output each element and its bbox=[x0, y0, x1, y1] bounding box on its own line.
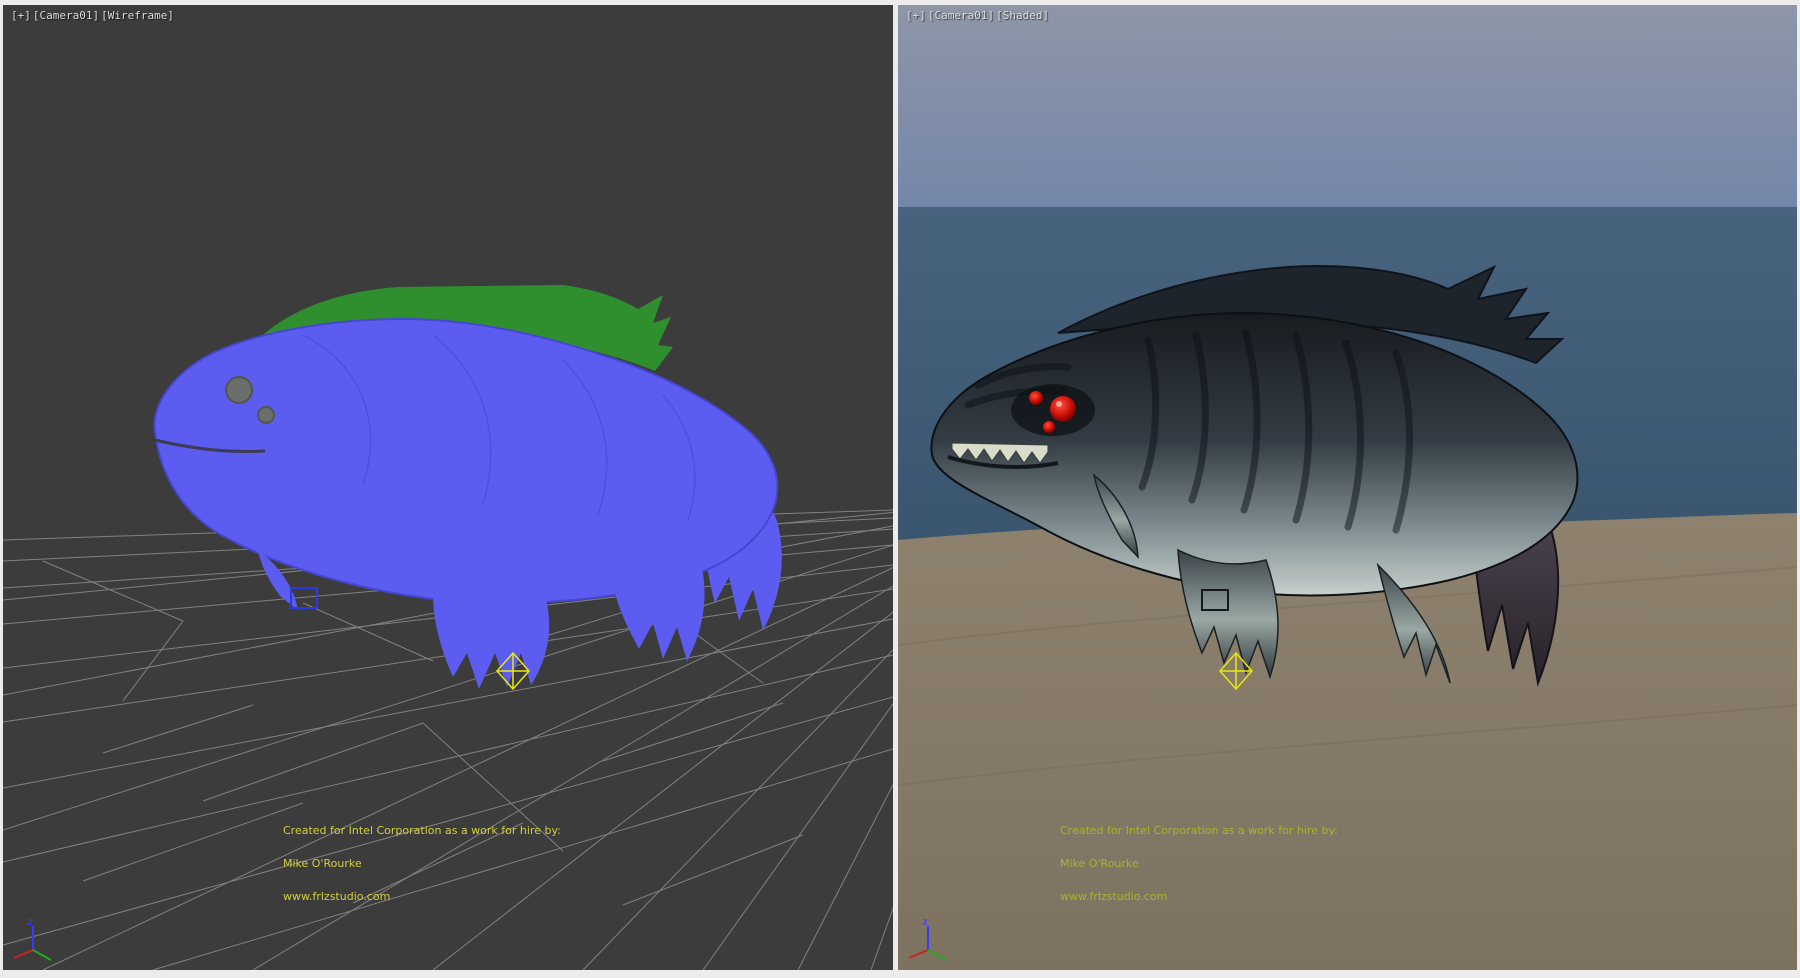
axis-z-label: z bbox=[922, 917, 928, 928]
viewport-wireframe[interactable]: [+][Camera01][Wireframe] bbox=[3, 5, 893, 970]
axis-tripod: z bbox=[9, 912, 61, 964]
axis-z-label: z bbox=[27, 917, 33, 928]
viewport-area: [+][Camera01][Wireframe] bbox=[0, 0, 1800, 978]
fish-model-wireframe[interactable] bbox=[155, 285, 782, 689]
sky bbox=[898, 5, 1797, 207]
fish-body[interactable] bbox=[155, 319, 778, 603]
credit-line-3: www.frlzstudio.com bbox=[1060, 891, 1338, 902]
credit-line-2: Mike O'Rourke bbox=[283, 858, 561, 869]
viewport-menu-shading[interactable]: [Shaded] bbox=[996, 9, 1049, 22]
shaded-scene-canvas[interactable] bbox=[898, 5, 1797, 970]
viewport-shaded[interactable]: [+][Camera01][Shaded] bbox=[898, 5, 1797, 970]
credit-text: Created for Intel Corporation as a work … bbox=[1060, 803, 1338, 924]
viewport-label-left: [+][Camera01][Wireframe] bbox=[11, 9, 176, 22]
credit-line-1: Created for Intel Corporation as a work … bbox=[283, 825, 561, 836]
credit-text: Created for Intel Corporation as a work … bbox=[283, 803, 561, 924]
viewport-menu-shading[interactable]: [Wireframe] bbox=[101, 9, 174, 22]
credit-line-2: Mike O'Rourke bbox=[1060, 858, 1338, 869]
viewport-menu-pov[interactable]: [Camera01] bbox=[928, 9, 994, 22]
viewport-label-right: [+][Camera01][Shaded] bbox=[906, 9, 1051, 22]
credit-line-3: www.frlzstudio.com bbox=[283, 891, 561, 902]
viewport-menu-pov[interactable]: [Camera01] bbox=[33, 9, 99, 22]
viewport-menu-general[interactable]: [+] bbox=[906, 9, 926, 22]
credit-line-1: Created for Intel Corporation as a work … bbox=[1060, 825, 1338, 836]
axis-tripod: z bbox=[904, 912, 956, 964]
viewport-menu-general[interactable]: [+] bbox=[11, 9, 31, 22]
belly-fin-drape[interactable] bbox=[433, 591, 549, 689]
